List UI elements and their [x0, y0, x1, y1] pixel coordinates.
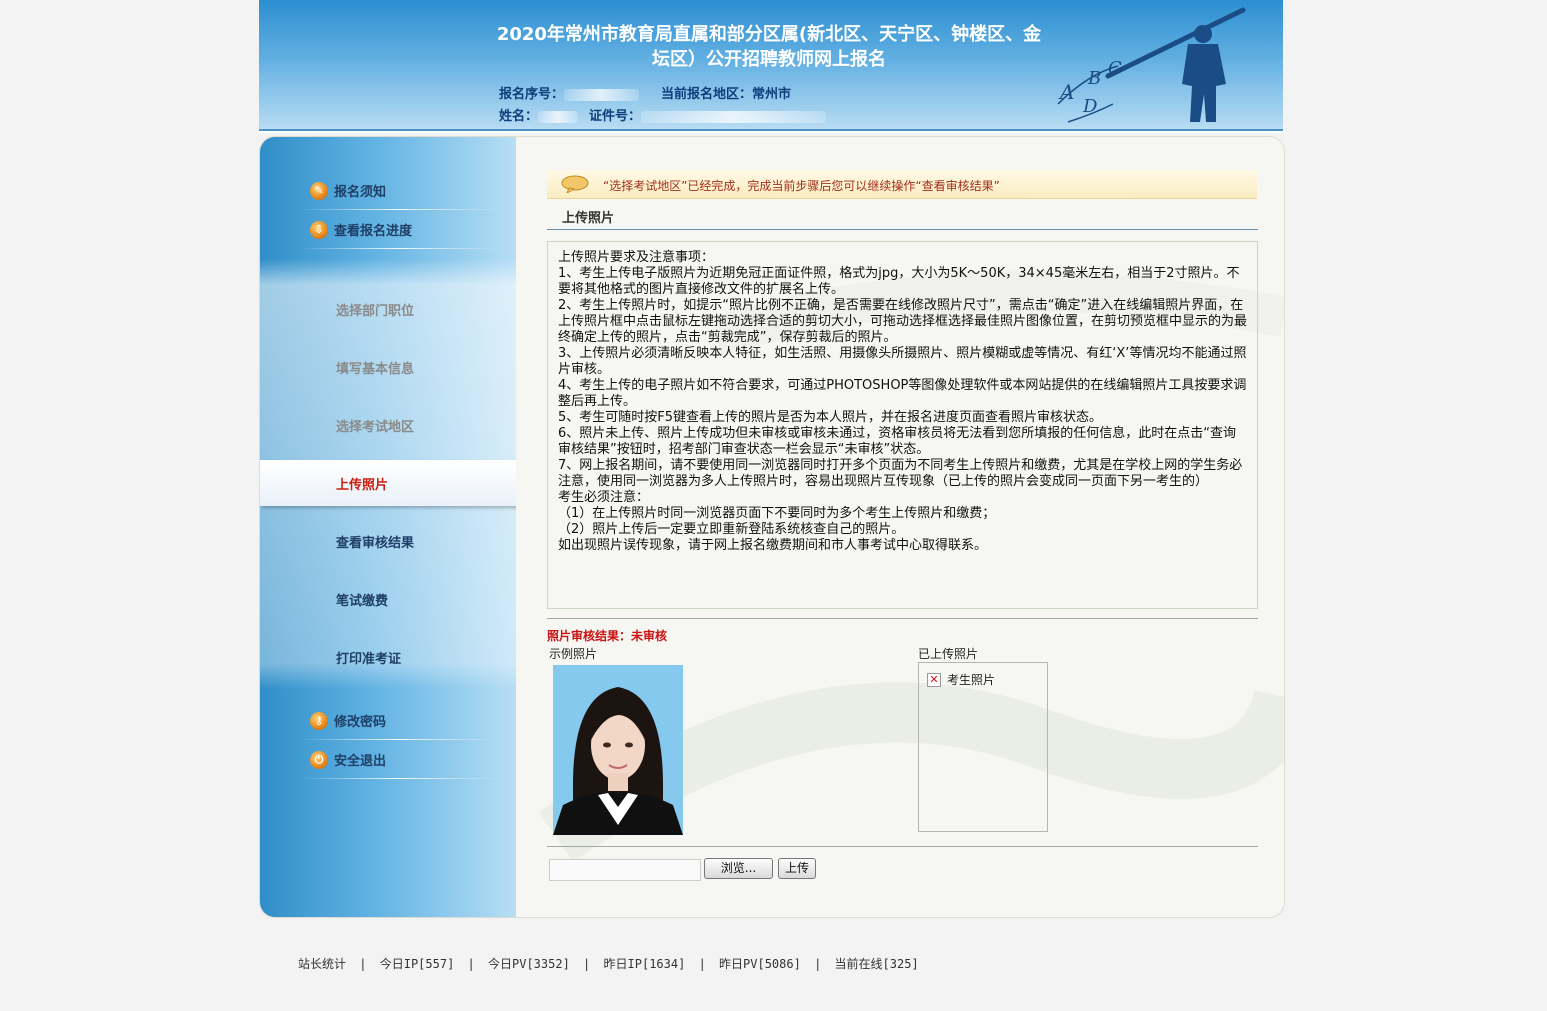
stat-today-ip: 今日IP[557] [379, 957, 455, 971]
divider [300, 248, 500, 249]
instruction-line: 上传照片要求及注意事项： [558, 250, 715, 265]
sidebar-item-label: 查看报名进度 [334, 224, 413, 239]
instruction-line: 2、考生上传照片时，如提示“照片比例不正确，是否需要在线修改照片尺寸”，需点击“… [558, 298, 1248, 345]
masked-id [641, 110, 827, 123]
main-panel: ✎ 报名须知 ⇩ 查看报名进度 选择部门职位 填写基本信息 选择考试地区 上传照… [259, 136, 1285, 918]
instruction-line: （1）在上传照片时同一浏览器页面下不要同时为多个考生上传照片和缴费； [558, 506, 996, 521]
instruction-line: 4、考生上传的电子照片如不符合要求，可通过PHOTOSHOP等图像处理软件或本网… [558, 378, 1247, 409]
instruction-line: （2）照片上传后一定要立即重新登陆系统核查自己的照片。 [558, 522, 905, 537]
stat-yesterday-ip: 昨日IP[1634] [603, 957, 686, 971]
site-stats-footer: 站长统计 | 今日IP[557] | 今日PV[3352] | 昨日IP[163… [298, 955, 919, 972]
notice-text: “选择考试地区”已经完成，完成当前步骤后您可以继续操作“查看审核结果” [603, 179, 1000, 193]
page-header: 2020年常州市教育局直属和部分区属(新北区、天宁区、钟楼区、金坛区）公开招聘教… [259, 0, 1283, 133]
instruction-line: 7、网上报名期间，请不要使用同一浏览器同时打开多个页面为不同考生上传照片和缴费，… [558, 458, 1243, 489]
header-rule [259, 129, 1283, 131]
broken-image-icon: ✕ [927, 672, 941, 687]
step-fill-basic-info[interactable]: 填写基本信息 [336, 358, 414, 377]
power-icon: ⏻ [310, 750, 328, 769]
status-notice: “选择考试地区”已经完成，完成当前步骤后您可以继续操作“查看审核结果” [547, 170, 1257, 199]
instruction-line: 1、考生上传电子版照片为近期免冠正面证件照，格式为jpg，大小为5K～50K，3… [558, 266, 1240, 297]
separator: | [698, 957, 706, 971]
instruction-line: 5、考生可随时按F5键查看上传的照片是否为本人照片，并在报名进度页面查看照片审核… [558, 410, 1103, 425]
step-view-review-result[interactable]: 查看审核结果 [336, 532, 414, 551]
divider [547, 618, 1258, 619]
separator: | [359, 957, 367, 971]
active-step-highlight [260, 460, 526, 506]
upload-button[interactable]: 上传 [778, 858, 817, 879]
sidebar-item-change-password[interactable]: ⚷ 修改密码 [310, 711, 386, 730]
sidebar-item-notice[interactable]: ✎ 报名须知 [310, 181, 386, 200]
broken-image-alt: 考生照片 [947, 673, 996, 687]
stats-link[interactable]: 站长统计 [298, 957, 346, 971]
step-print-admission-ticket[interactable]: 打印准考证 [336, 648, 401, 667]
applicant-name: 姓名： [499, 105, 579, 124]
uploaded-photo-frame: ✕ 考生照片 [918, 662, 1048, 832]
pencil-icon: ✎ [310, 181, 328, 200]
uploaded-photo-label: 已上传照片 [918, 647, 979, 661]
content-area: “选择考试地区”已经完成，完成当前步骤后您可以继续操作“查看审核结果” 上传照片… [516, 137, 1284, 917]
stat-yesterday-pv: 昨日PV[5086] [719, 957, 801, 971]
sidebar-item-progress[interactable]: ⇩ 查看报名进度 [310, 220, 412, 239]
sample-photo [553, 665, 683, 835]
reg-no: 报名序号： [499, 83, 640, 102]
teacher-logo-icon: A B C D [1057, 7, 1246, 123]
section-title: 上传照片 [562, 211, 615, 226]
page-title: 2020年常州市教育局直属和部分区属(新北区、天宁区、钟楼区、金坛区）公开招聘教… [496, 24, 1042, 70]
step-select-exam-region[interactable]: 选择考试地区 [336, 416, 414, 435]
separator: | [583, 957, 591, 971]
reg-no-label: 报名序号： [499, 87, 565, 102]
page-wrapper: 2020年常州市教育局直属和部分区属(新北区、天宁区、钟楼区、金坛区）公开招聘教… [259, 0, 1285, 918]
instruction-line: 如出现照片误传现象，请于网上报名缴费期间和市人事考试中心取得联系。 [558, 538, 988, 553]
masked-reg-no [564, 88, 640, 101]
divider [300, 739, 500, 740]
stat-today-pv: 今日PV[3352] [488, 957, 570, 971]
broken-image: ✕ 考生照片 [927, 671, 995, 688]
browse-button[interactable]: 浏览... [704, 858, 773, 879]
file-path-input[interactable] [549, 859, 701, 881]
sidebar-item-logout[interactable]: ⏻ 安全退出 [310, 750, 386, 769]
step-upload-photo[interactable]: 上传照片 [336, 474, 388, 493]
step-written-exam-fee[interactable]: 笔试缴费 [336, 590, 388, 609]
region-label: 当前报名地区： [661, 87, 753, 102]
step-select-position[interactable]: 选择部门职位 [336, 300, 414, 319]
divider [547, 846, 1258, 847]
separator: | [467, 957, 475, 971]
masked-name [538, 110, 579, 123]
applicant-id: 证件号： [589, 105, 827, 124]
divider [300, 778, 500, 779]
sidebar-item-label: 报名须知 [334, 185, 387, 200]
photo-review-status: 照片审核结果：未审核 [547, 629, 668, 643]
key-icon: ⚷ [310, 711, 328, 730]
section-divider [547, 229, 1258, 230]
instruction-line: 考生必须注意： [558, 490, 650, 505]
sample-photo-label: 示例照片 [549, 647, 598, 661]
instruction-line: 6、照片未上传、照片上传成功但未审核或审核未通过，资格审核员将无法看到您所填报的… [558, 426, 1237, 457]
id-label: 证件号： [589, 109, 642, 124]
download-icon: ⇩ [310, 220, 328, 239]
sidebar: ✎ 报名须知 ⇩ 查看报名进度 选择部门职位 填写基本信息 选择考试地区 上传照… [260, 137, 526, 917]
region-value: 常州市 [752, 87, 792, 102]
instructions-box: 上传照片要求及注意事项： 1、考生上传电子版照片为近期免冠正面证件照，格式为jp… [547, 241, 1258, 609]
stat-online-now: 当前在线[325] [834, 957, 919, 971]
speech-bubble-icon [561, 175, 589, 193]
separator: | [814, 957, 822, 971]
current-region: 当前报名地区：常州市 [661, 83, 791, 102]
instruction-line: 3、上传照片必须清晰反映本人特征，如生活照、用摄像头所摄照片、照片模糊或虚等情况… [558, 346, 1247, 377]
name-label: 姓名： [499, 109, 539, 124]
divider [300, 209, 500, 210]
sidebar-item-label: 修改密码 [334, 715, 387, 730]
sidebar-item-label: 安全退出 [334, 754, 387, 769]
